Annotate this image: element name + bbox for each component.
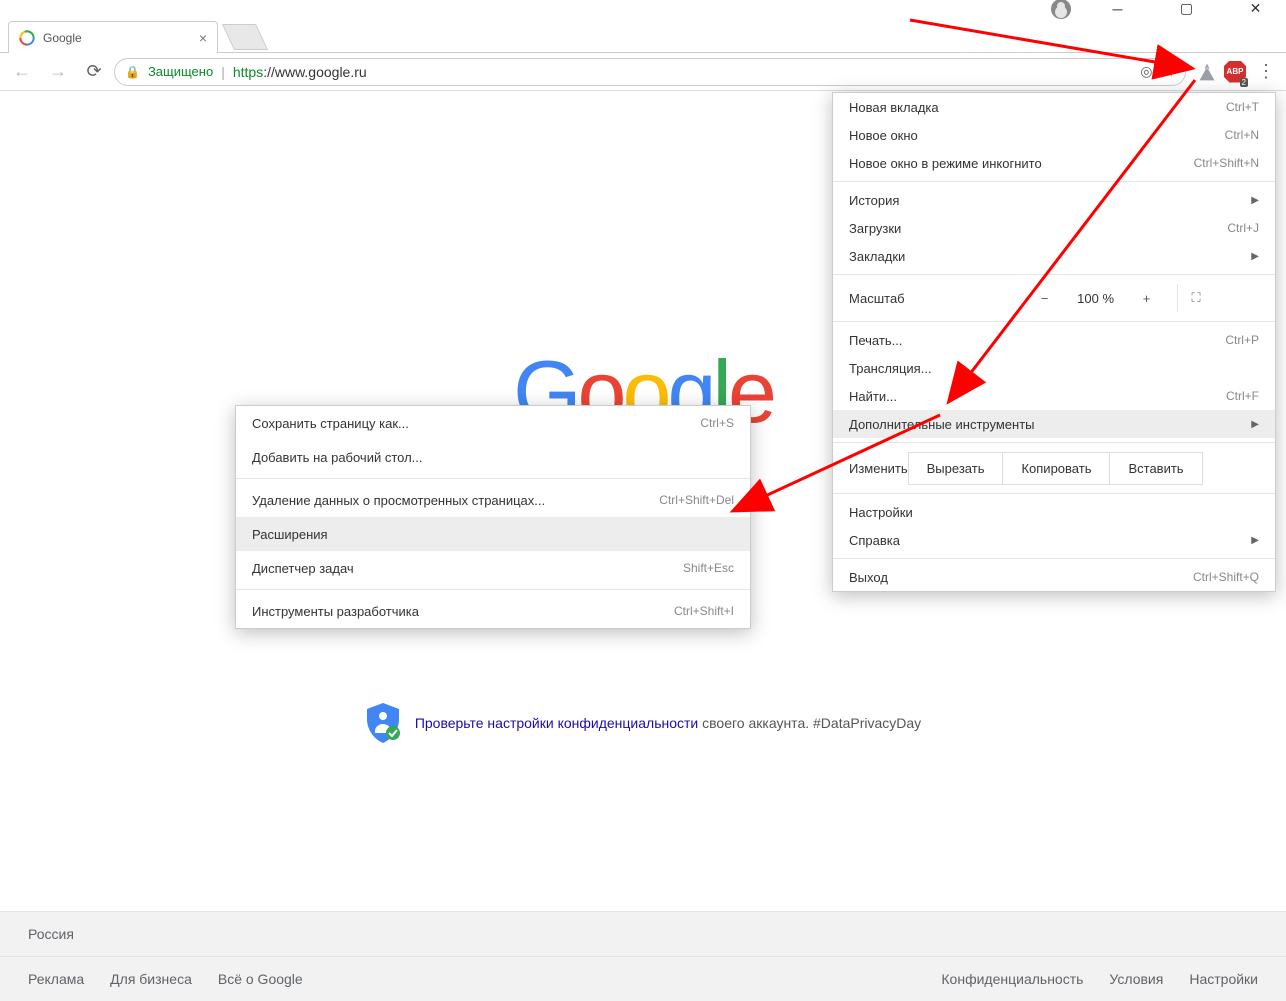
privacy-link[interactable]: Проверьте настройки конфиденциальности (415, 715, 698, 731)
edit-copy-button[interactable]: Копировать (1003, 452, 1110, 485)
window-titlebar: ─ ▢ ✕ (0, 0, 1286, 17)
footer-ads[interactable]: Реклама (28, 971, 84, 987)
maximize-button[interactable]: ▢ (1164, 0, 1209, 23)
menu-print[interactable]: Печать...Ctrl+P (833, 326, 1275, 354)
shield-icon (365, 703, 401, 743)
menu-history[interactable]: История▶ (833, 186, 1275, 214)
privacy-tail: своего аккаунта. #DataPrivacyDay (698, 715, 921, 731)
footer-about[interactable]: Всё о Google (218, 971, 303, 987)
forward-button[interactable]: → (42, 56, 74, 88)
chevron-right-icon: ▶ (1251, 535, 1259, 546)
chrome-main-menu: Новая вкладкаCtrl+T Новое окноCtrl+N Нов… (832, 92, 1276, 592)
menu-bookmarks[interactable]: Закладки▶ (833, 242, 1275, 270)
chevron-right-icon: ▶ (1251, 419, 1259, 430)
submenu-extensions[interactable]: Расширения (236, 517, 750, 551)
tab-title: Google (43, 31, 191, 45)
bookmark-star-icon[interactable]: ☆ (1162, 63, 1175, 80)
url-protocol: https (233, 64, 263, 80)
profile-icon[interactable] (1051, 0, 1071, 19)
menu-find[interactable]: Найти...Ctrl+F (833, 382, 1275, 410)
close-button[interactable]: ✕ (1233, 0, 1278, 23)
abp-extension-icon[interactable]: ABP 2 (1224, 61, 1246, 83)
zoom-in-button[interactable]: + (1129, 291, 1165, 306)
menu-downloads[interactable]: ЗагрузкиCtrl+J (833, 214, 1275, 242)
menu-cast[interactable]: Трансляция... (833, 354, 1275, 382)
submenu-save-page[interactable]: Сохранить страницу как...Ctrl+S (236, 406, 750, 440)
footer-country: Россия (28, 926, 74, 942)
abp-badge: 2 (1240, 78, 1248, 87)
menu-more-tools[interactable]: Дополнительные инструменты▶ (833, 410, 1275, 438)
privacy-banner: Проверьте настройки конфиденциальности с… (365, 703, 921, 743)
zoom-out-button[interactable]: − (1027, 291, 1063, 306)
menu-new-window[interactable]: Новое окноCtrl+N (833, 121, 1275, 149)
edit-cut-button[interactable]: Вырезать (908, 452, 1004, 485)
extension-icon-1[interactable] (1196, 61, 1218, 83)
chrome-menu-button[interactable]: ⋮ (1252, 58, 1280, 86)
submenu-clear-data[interactable]: Удаление данных о просмотренных страница… (236, 483, 750, 517)
location-icon[interactable]: ◎ (1140, 63, 1152, 80)
footer-privacy[interactable]: Конфиденциальность (941, 971, 1083, 987)
new-tab-button[interactable] (222, 24, 268, 50)
submenu-task-manager[interactable]: Диспетчер задачShift+Esc (236, 551, 750, 585)
zoom-value: 100 % (1063, 291, 1129, 306)
secure-label: Защищено (148, 64, 213, 79)
chevron-right-icon: ▶ (1251, 251, 1259, 262)
url-rest: ://www.google.ru (263, 64, 367, 80)
footer-terms[interactable]: Условия (1109, 971, 1163, 987)
menu-zoom: Масштаб − 100 % + ⛶ (833, 279, 1275, 317)
tab-close-icon[interactable]: × (199, 30, 207, 46)
back-button[interactable]: ← (6, 56, 38, 88)
footer-settings[interactable]: Настройки (1189, 971, 1258, 987)
menu-new-tab[interactable]: Новая вкладкаCtrl+T (833, 93, 1275, 121)
menu-exit[interactable]: ВыходCtrl+Shift+Q (833, 563, 1275, 591)
footer-business[interactable]: Для бизнеса (110, 971, 192, 987)
tab-google[interactable]: Google × (8, 21, 218, 53)
menu-settings[interactable]: Настройки (833, 498, 1275, 526)
more-tools-submenu: Сохранить страницу как...Ctrl+S Добавить… (235, 405, 751, 629)
chevron-right-icon: ▶ (1251, 195, 1259, 206)
address-bar[interactable]: 🔒 Защищено | https://www.google.ru ◎ ☆ (114, 58, 1186, 86)
fullscreen-button[interactable]: ⛶ (1177, 284, 1215, 312)
tab-strip: Google × (0, 17, 1286, 53)
minimize-button[interactable]: ─ (1095, 0, 1140, 23)
menu-edit-row: Изменить Вырезать Копировать Вставить (833, 447, 1275, 489)
footer: Россия Реклама Для бизнеса Всё о Google … (0, 911, 1286, 1001)
edit-paste-button[interactable]: Вставить (1110, 452, 1202, 485)
menu-help[interactable]: Справка▶ (833, 526, 1275, 554)
google-favicon (19, 30, 35, 46)
submenu-dev-tools[interactable]: Инструменты разработчикаCtrl+Shift+I (236, 594, 750, 628)
toolbar: ← → ⟳ 🔒 Защищено | https://www.google.ru… (0, 53, 1286, 91)
reload-button[interactable]: ⟳ (78, 56, 110, 88)
submenu-add-desktop[interactable]: Добавить на рабочий стол... (236, 440, 750, 474)
lock-icon: 🔒 (125, 65, 140, 79)
menu-incognito[interactable]: Новое окно в режиме инкогнитоCtrl+Shift+… (833, 149, 1275, 177)
